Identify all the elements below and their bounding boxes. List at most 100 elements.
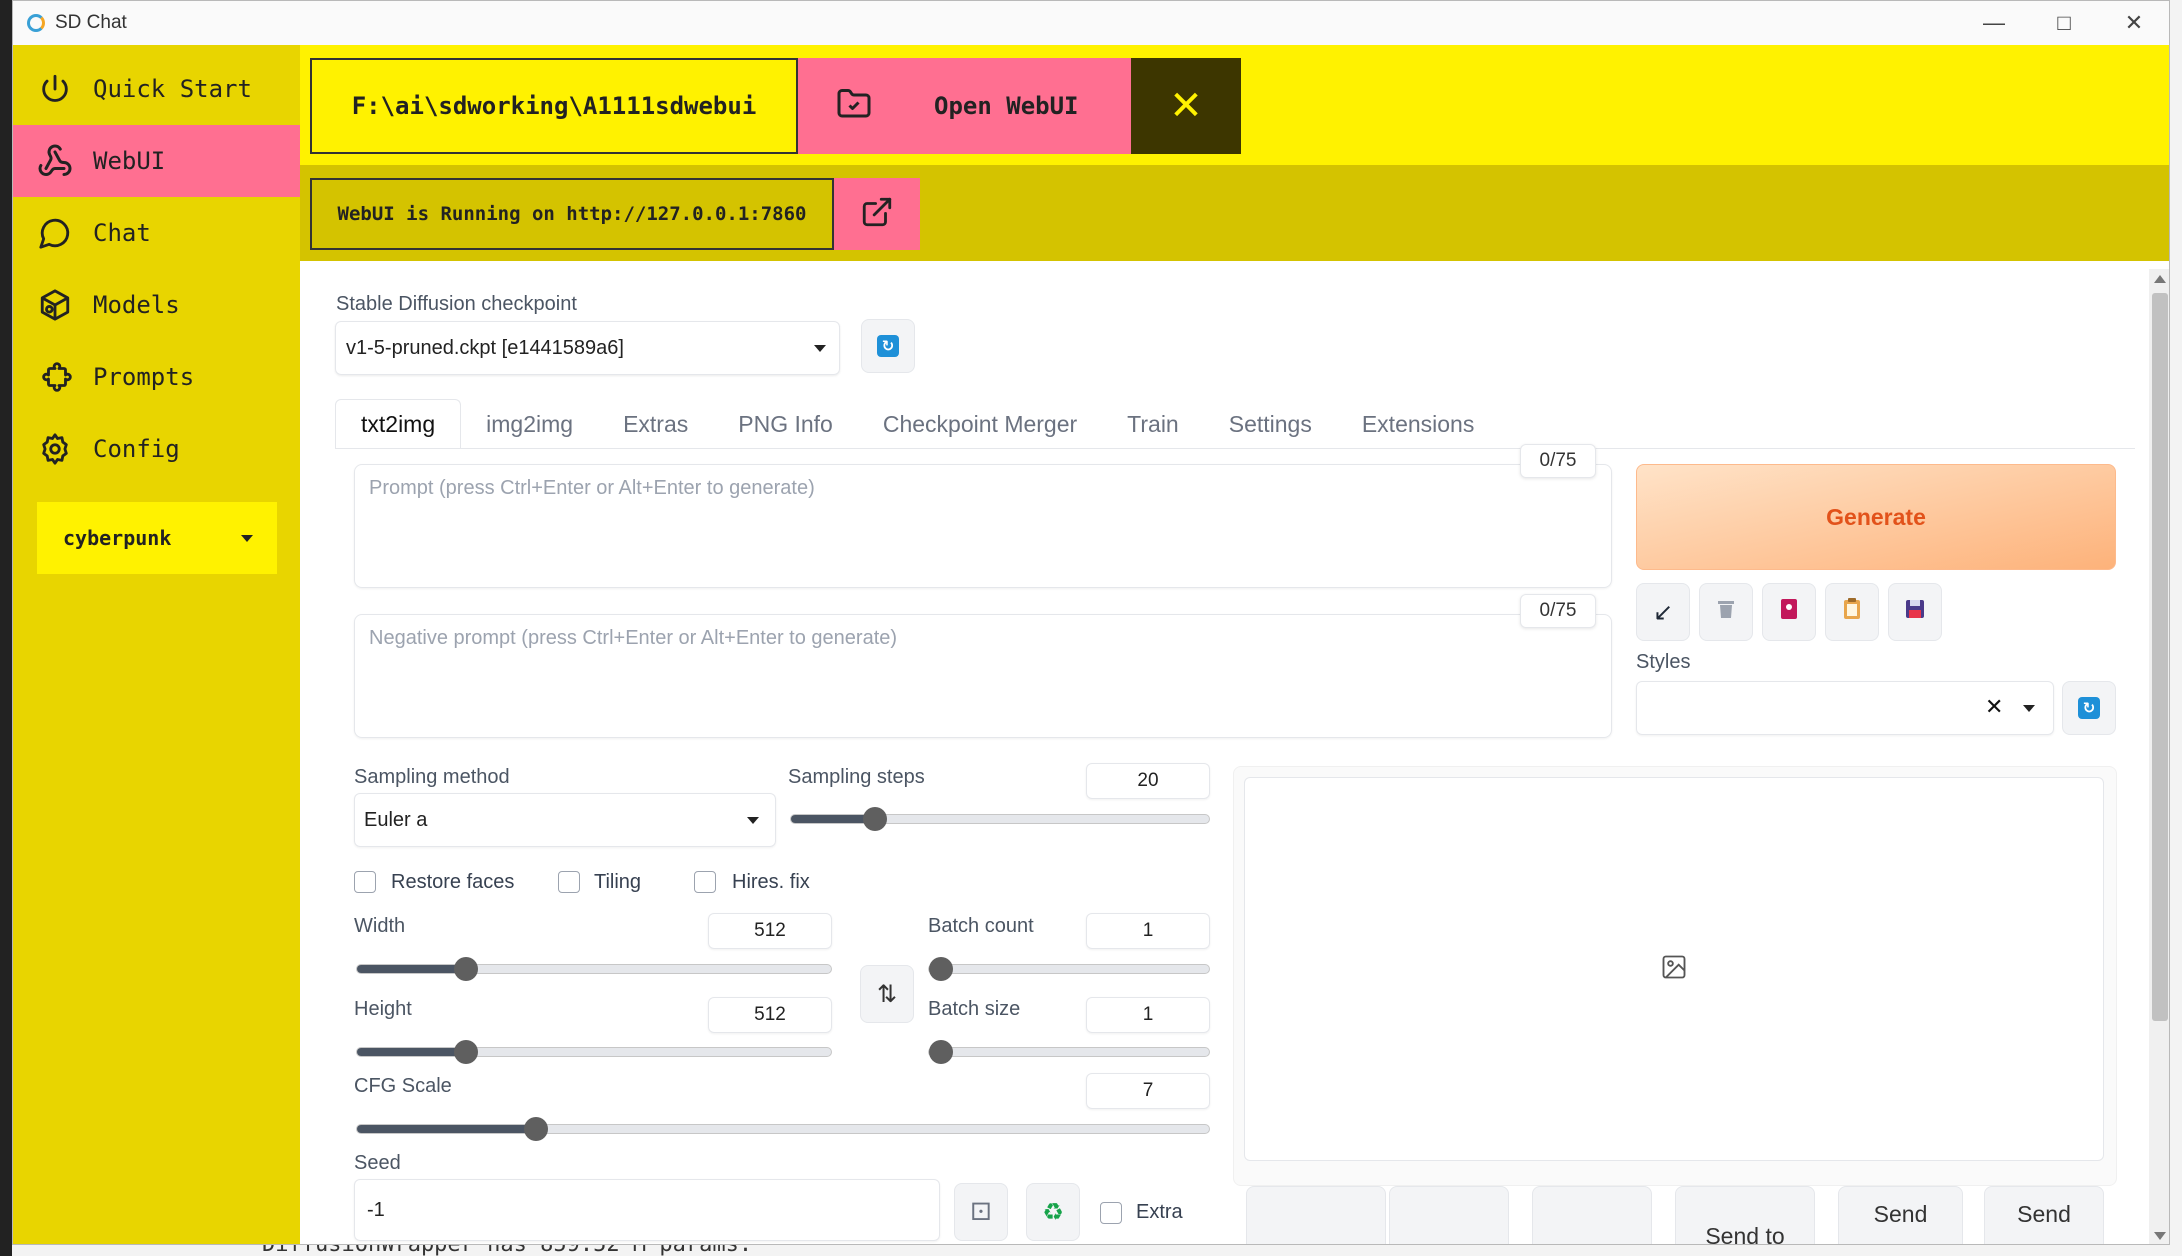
refresh-checkpoint-button[interactable]: ↻ — [861, 319, 915, 373]
sidebar-item-chat[interactable]: Chat — [13, 197, 300, 269]
vertical-scrollbar[interactable] — [2149, 269, 2169, 1244]
restore-faces-checkbox[interactable] — [354, 871, 376, 893]
seed-input[interactable]: -1 — [354, 1179, 940, 1241]
gear-icon — [35, 429, 75, 469]
sidebar-item-label: Quick Start — [93, 75, 252, 103]
extra-networks-button[interactable] — [1762, 583, 1816, 641]
save-button[interactable] — [1389, 1186, 1509, 1244]
theme-style-select[interactable]: cyberpunk — [37, 502, 277, 574]
tiling-checkbox[interactable] — [558, 871, 580, 893]
webui-status-text: WebUI is Running on http://127.0.0.1:786… — [310, 178, 834, 250]
sampling-steps-input[interactable]: 20 — [1086, 763, 1210, 799]
scroll-up-icon[interactable] — [2154, 275, 2166, 283]
height-label: Height — [354, 998, 412, 1020]
app-window: SD Chat — □ ✕ Quick Start WebUI Chat Mod… — [12, 0, 2170, 1245]
cfg-scale-slider[interactable] — [356, 1117, 1210, 1141]
close-window-icon[interactable]: ✕ — [2099, 1, 2169, 45]
slider-handle[interactable] — [862, 807, 887, 831]
read-params-button[interactable]: ↙ — [1636, 583, 1690, 641]
slider-handle[interactable] — [454, 1040, 479, 1064]
output-panel — [1233, 766, 2117, 1186]
styles-select[interactable]: ✕ — [1636, 681, 2054, 735]
height-slider[interactable] — [356, 1040, 832, 1064]
tab-png-info[interactable]: PNG Info — [713, 399, 858, 449]
background-strip — [0, 0, 12, 1256]
batch-count-input[interactable]: 1 — [1086, 913, 1210, 949]
slider-handle[interactable] — [454, 957, 479, 981]
webui-path-field[interactable]: F:\ai\sdworking\A1111sdwebui — [310, 58, 798, 154]
networks-card-icon — [1777, 597, 1801, 628]
tab-img2img[interactable]: img2img — [461, 399, 598, 449]
negative-prompt-input[interactable]: Negative prompt (press Ctrl+Enter or Alt… — [354, 614, 1612, 738]
checkpoint-select[interactable]: v1-5-pruned.ckpt [e1441589a6] — [335, 321, 840, 375]
tab-bar: txt2img img2img Extras PNG Info Checkpoi… — [335, 399, 1499, 449]
extra-seed-checkbox[interactable] — [1100, 1202, 1122, 1224]
send-to-inpaint-button[interactable]: Send — [1838, 1186, 1963, 1244]
refresh-icon: ↻ — [2078, 697, 2100, 719]
tiling-label: Tiling — [594, 871, 642, 893]
tab-settings[interactable]: Settings — [1204, 399, 1337, 449]
batch-size-slider[interactable] — [928, 1040, 1210, 1064]
save-style-button[interactable] — [1888, 583, 1942, 641]
batch-count-slider[interactable] — [928, 957, 1210, 981]
webui-path-bar: F:\ai\sdworking\A1111sdwebui Open WebUI … — [300, 45, 2169, 165]
boxes-icon — [35, 285, 75, 325]
slider-fill — [357, 965, 467, 973]
chevron-down-icon — [747, 817, 759, 824]
batch-count-label: Batch count — [928, 915, 1034, 937]
apply-style-button[interactable] — [1825, 583, 1879, 641]
tab-extensions[interactable]: Extensions — [1337, 399, 1500, 449]
chevron-down-icon — [2023, 705, 2035, 712]
sampling-method-select[interactable]: Euler a — [354, 793, 776, 847]
negative-token-counter: 0/75 — [1520, 594, 1596, 628]
sidebar-item-webui[interactable]: WebUI — [13, 125, 300, 197]
negative-prompt-placeholder: Negative prompt (press Ctrl+Enter or Alt… — [369, 627, 898, 649]
slider-handle[interactable] — [523, 1117, 548, 1141]
send-to-extras-button[interactable]: Send — [1984, 1186, 2104, 1244]
webui-frame: Stable Diffusion checkpoint v1-5-pruned.… — [300, 261, 2169, 1244]
slider-handle[interactable] — [929, 1040, 953, 1064]
minimize-icon[interactable]: — — [1959, 1, 2029, 45]
sidebar-item-config[interactable]: Config — [13, 413, 300, 485]
tab-checkpoint-merger[interactable]: Checkpoint Merger — [858, 399, 1102, 449]
swap-dimensions-button[interactable]: ⇅ — [860, 965, 914, 1023]
refresh-styles-button[interactable]: ↻ — [2062, 681, 2116, 735]
width-input[interactable]: 512 — [708, 913, 832, 949]
sidebar-item-models[interactable]: Models — [13, 269, 300, 341]
open-folder-button[interactable] — [1246, 1186, 1386, 1244]
clear-prompt-button[interactable] — [1699, 583, 1753, 641]
open-external-button[interactable] — [834, 178, 920, 250]
sidebar-item-prompts[interactable]: Prompts — [13, 341, 300, 413]
width-slider[interactable] — [356, 957, 832, 981]
clear-styles-icon[interactable]: ✕ — [1985, 694, 2003, 720]
tab-txt2img[interactable]: txt2img — [335, 399, 462, 449]
generate-button[interactable]: Generate — [1636, 464, 2116, 570]
tab-extras[interactable]: Extras — [598, 399, 713, 449]
send-to-img2img-button[interactable]: Send to — [1675, 1186, 1815, 1244]
slider-handle[interactable] — [929, 957, 953, 981]
tab-train[interactable]: Train — [1102, 399, 1204, 449]
folder-check-icon — [836, 86, 872, 127]
swap-arrows-icon: ⇅ — [876, 980, 898, 1008]
sidebar-item-quick-start[interactable]: Quick Start — [13, 53, 300, 125]
open-webui-button[interactable]: Open WebUI — [798, 58, 1131, 154]
hires-fix-checkbox[interactable] — [694, 871, 716, 893]
close-webui-button[interactable]: ✕ — [1131, 58, 1241, 154]
reuse-seed-button[interactable]: ♻ — [1026, 1183, 1080, 1241]
scrollbar-thumb[interactable] — [2152, 293, 2168, 1021]
app-logo-icon — [27, 14, 45, 32]
random-seed-button[interactable]: ⚀ — [954, 1183, 1008, 1241]
batch-size-input[interactable]: 1 — [1086, 997, 1210, 1033]
chat-bubble-icon — [35, 213, 75, 253]
maximize-icon[interactable]: □ — [2029, 1, 2099, 45]
height-input[interactable]: 512 — [708, 997, 832, 1033]
prompt-input[interactable]: Prompt (press Ctrl+Enter or Alt+Enter to… — [354, 464, 1612, 588]
trash-icon — [1714, 597, 1738, 628]
cfg-scale-input[interactable]: 7 — [1086, 1073, 1210, 1109]
restore-faces-label: Restore faces — [391, 871, 515, 893]
scroll-down-icon[interactable] — [2154, 1232, 2166, 1240]
sampling-steps-slider[interactable] — [790, 807, 1210, 831]
refresh-icon: ↻ — [877, 335, 899, 357]
zip-button[interactable] — [1532, 1186, 1652, 1244]
checkpoint-label: Stable Diffusion checkpoint — [336, 293, 577, 315]
